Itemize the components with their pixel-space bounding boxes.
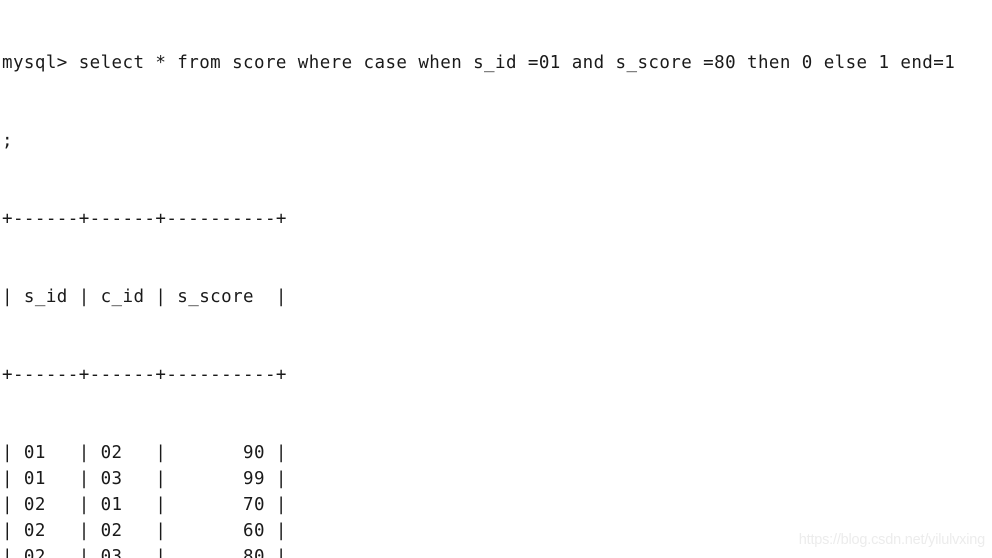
- table-row: | 01 | 03 | 99 |: [2, 469, 287, 489]
- terminal-screen: mysql> select * from score where case wh…: [0, 0, 992, 558]
- table-top-separator: +------+------+----------+: [2, 209, 287, 229]
- terminal-output[interactable]: mysql> select * from score where case wh…: [2, 0, 955, 558]
- table-row: | 01 | 02 | 90 |: [2, 443, 287, 463]
- table-row: | 02 | 01 | 70 |: [2, 495, 287, 515]
- table-header-row: | s_id | c_id | s_score |: [2, 287, 287, 307]
- watermark-url: https://blog.csdn.net/yilulvxing: [798, 532, 985, 548]
- query-line-1: mysql> select * from score where case wh…: [2, 53, 956, 73]
- table-header-separator: +------+------+----------+: [2, 365, 287, 385]
- query-line-2: ;: [2, 131, 13, 151]
